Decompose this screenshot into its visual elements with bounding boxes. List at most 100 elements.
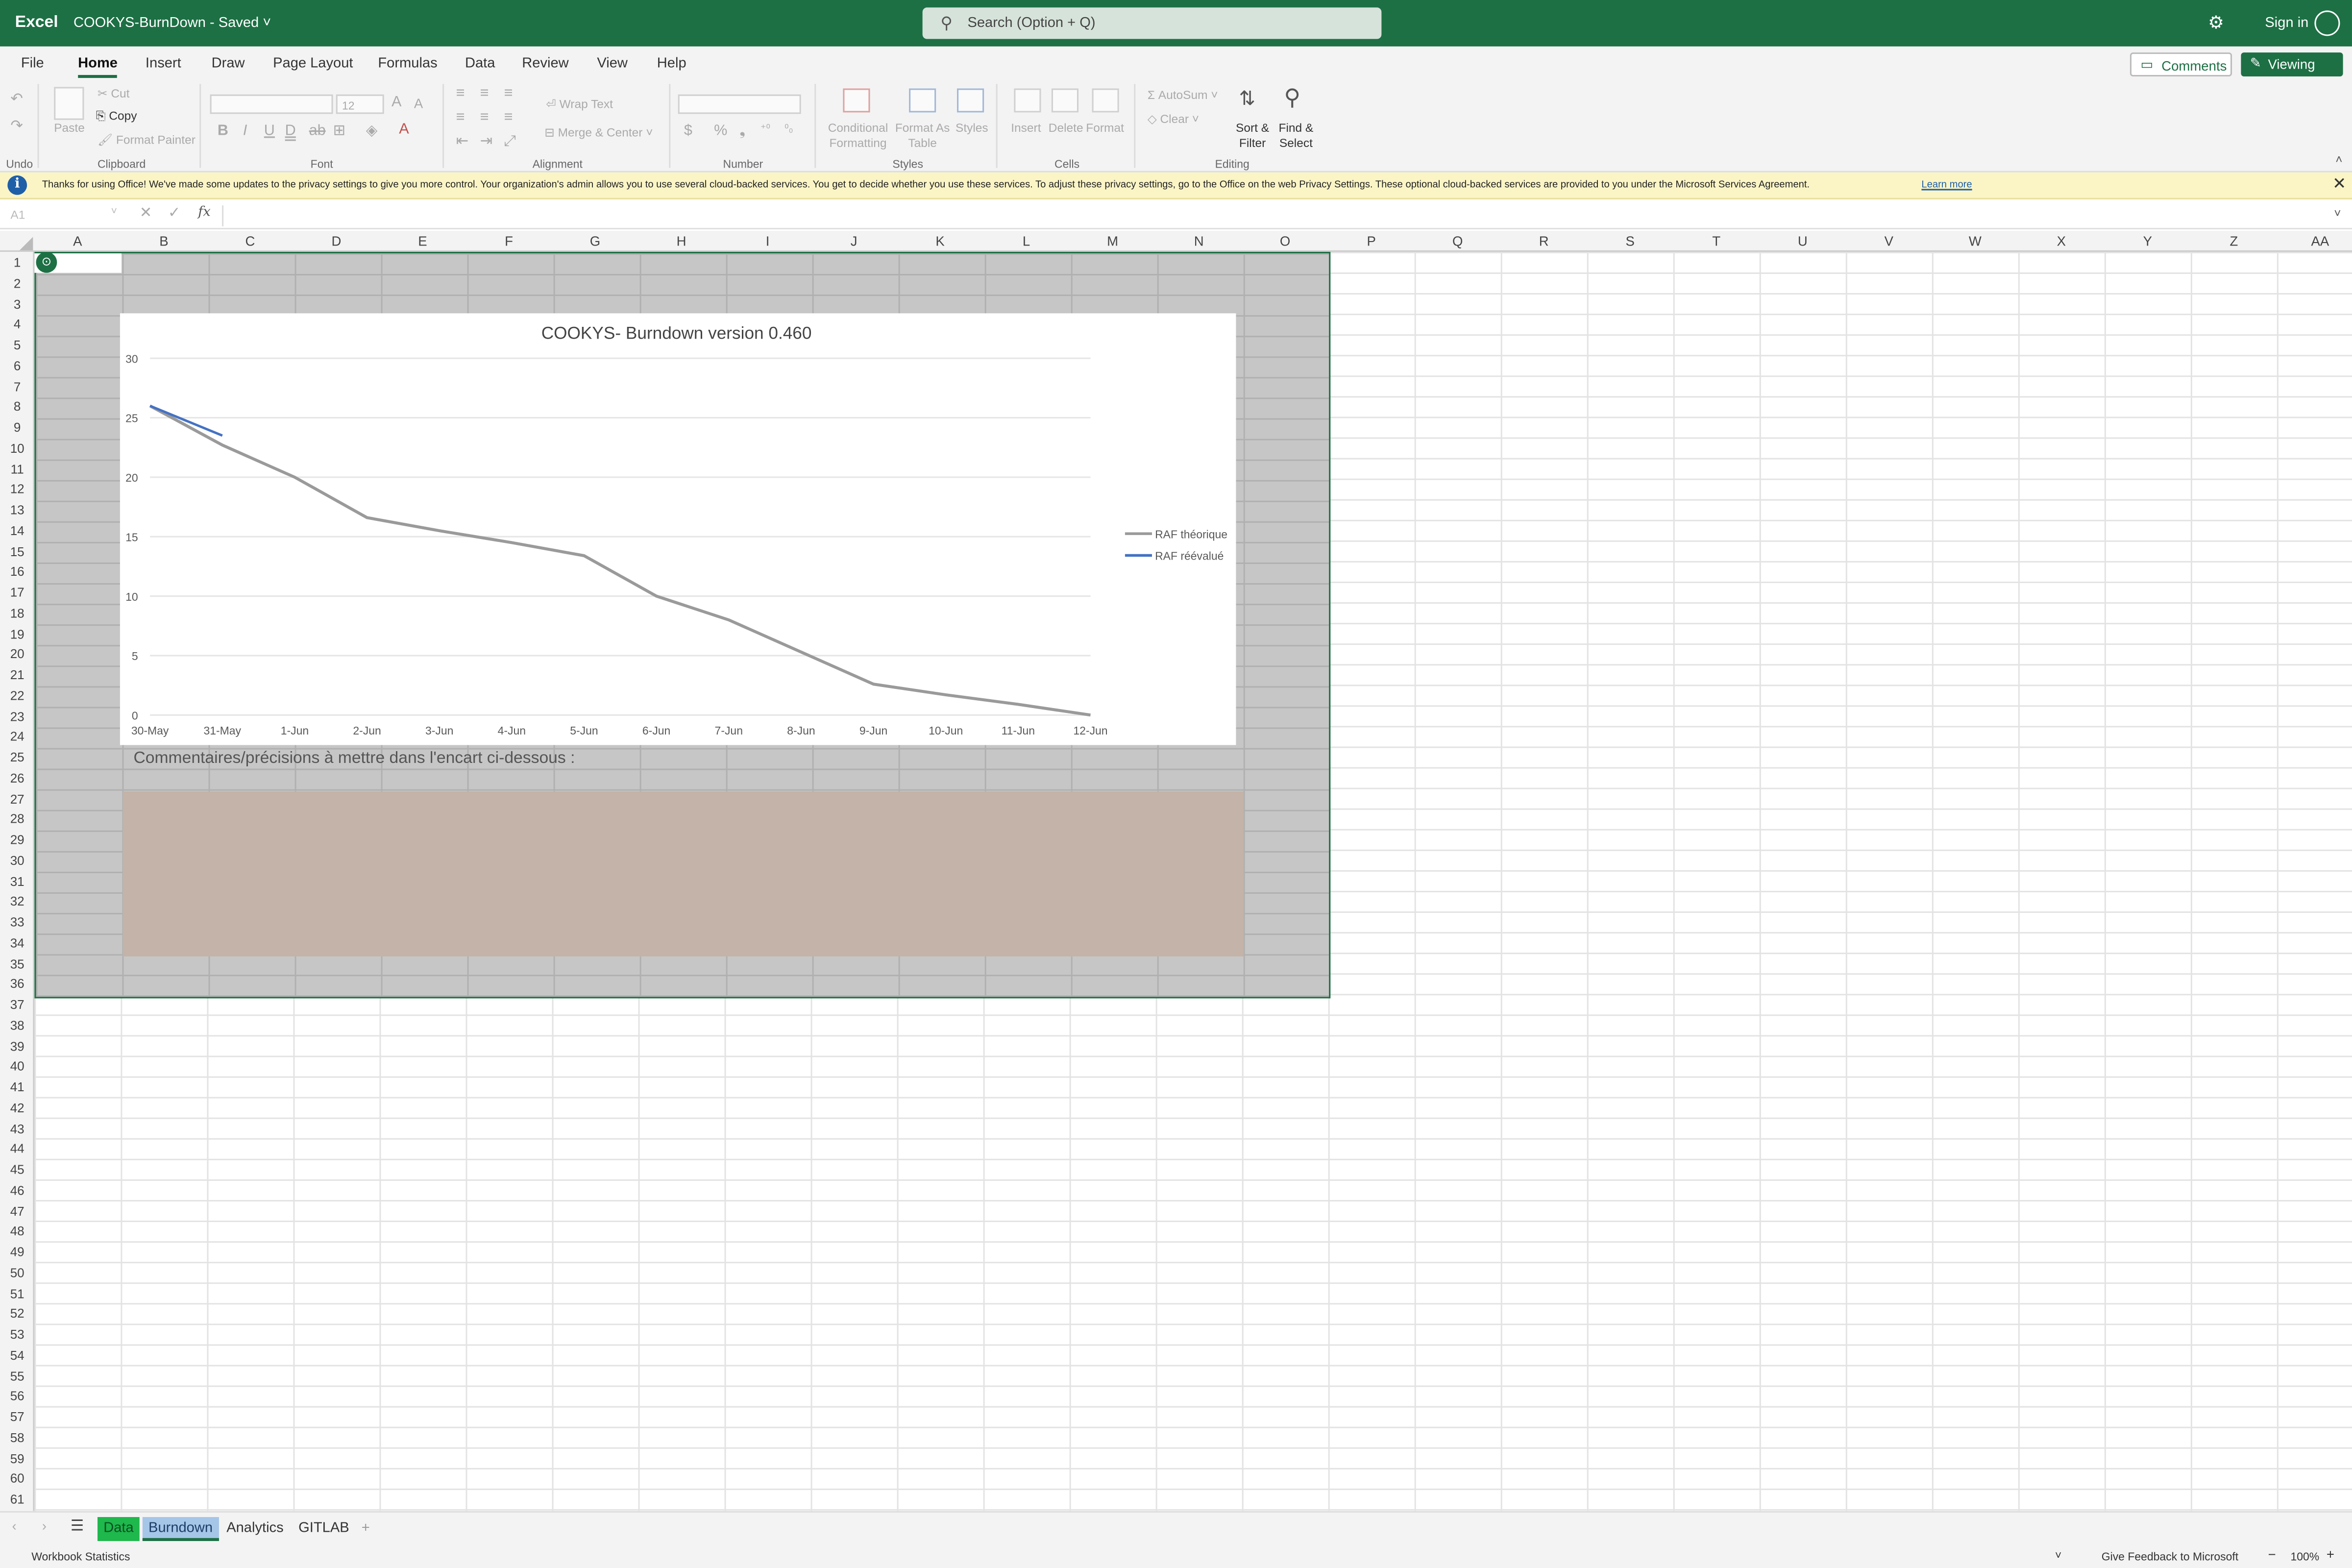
row-header[interactable]: 2 (0, 275, 34, 291)
row-header[interactable]: 35 (0, 956, 34, 971)
tab-view[interactable]: View (597, 55, 628, 72)
tab-home[interactable]: Home (78, 55, 118, 72)
decrease-indent-icon[interactable]: ⇤ (456, 133, 469, 150)
row-header[interactable]: 19 (0, 626, 34, 641)
cut-button[interactable]: ✂ Cut (98, 87, 129, 100)
column-header[interactable]: U (1760, 234, 1846, 249)
column-header[interactable]: V (1846, 234, 1932, 249)
row-header[interactable]: 46 (0, 1182, 34, 1198)
decrease-font-icon[interactable]: A (414, 96, 423, 111)
row-header[interactable]: 12 (0, 482, 34, 497)
format-painter-button[interactable]: 🖌 Format Painter (98, 133, 196, 147)
row-header[interactable]: 16 (0, 564, 34, 579)
feedback-link[interactable]: Give Feedback to Microsoft (2102, 1550, 2238, 1564)
column-header[interactable]: N (1156, 234, 1242, 249)
row-header[interactable]: 15 (0, 543, 34, 559)
zoom-level[interactable]: 100% (2290, 1550, 2319, 1564)
row-header[interactable]: 4 (0, 317, 34, 332)
bold-icon[interactable]: B (218, 123, 228, 140)
row-header[interactable]: 20 (0, 646, 34, 662)
column-header[interactable]: D (293, 234, 379, 249)
column-header[interactable]: L (983, 234, 1070, 249)
name-box[interactable]: A1 (6, 205, 123, 226)
row-header[interactable]: 7 (0, 378, 34, 393)
row-header[interactable]: 42 (0, 1100, 34, 1115)
align-left-icon[interactable]: ≡ (456, 109, 465, 126)
row-header[interactable]: 14 (0, 523, 34, 538)
tab-formulas[interactable]: Formulas (378, 55, 437, 72)
close-icon[interactable]: ✕ (2332, 174, 2346, 194)
increase-indent-icon[interactable]: ⇥ (480, 133, 493, 150)
align-center-icon[interactable]: ≡ (480, 109, 489, 126)
document-title[interactable]: COOKYS-BurnDown - Saved ˅ (74, 15, 271, 32)
chevron-down-icon[interactable]: ˅ (2055, 1548, 2061, 1562)
select-all-corner[interactable] (19, 237, 33, 250)
row-header[interactable]: 25 (0, 750, 34, 765)
row-header[interactable]: 53 (0, 1326, 34, 1342)
sheet-tab-analytics[interactable]: Analytics (220, 1517, 290, 1541)
collapse-ribbon-icon[interactable]: ˄ (2335, 153, 2342, 167)
row-header[interactable]: 27 (0, 791, 34, 806)
row-header[interactable]: 41 (0, 1079, 34, 1095)
row-header[interactable]: 10 (0, 441, 34, 456)
row-header[interactable]: 13 (0, 502, 34, 517)
row-header[interactable]: 51 (0, 1285, 34, 1300)
number-format-select[interactable] (678, 94, 801, 114)
sheet-tab-burndown[interactable]: Burndown (142, 1517, 219, 1541)
row-header[interactable]: 36 (0, 976, 34, 991)
tab-help[interactable]: Help (657, 55, 686, 72)
row-header[interactable]: 26 (0, 770, 34, 785)
conditional-formatting-label[interactable]: Conditional Formatting (825, 122, 891, 151)
format-as-table-icon[interactable] (909, 88, 936, 113)
merge-center-button[interactable]: ⊟ Merge & Center ˅ (544, 126, 653, 140)
row-header[interactable]: 49 (0, 1244, 34, 1259)
percent-icon[interactable]: % (714, 123, 727, 140)
row-header[interactable]: 43 (0, 1121, 34, 1136)
delete-cells-icon[interactable] (1051, 88, 1079, 113)
clear-button[interactable]: ◇ Clear ˅ (1148, 112, 1199, 126)
undo-icon[interactable]: ↶ (10, 92, 23, 108)
row-header[interactable]: 9 (0, 420, 34, 435)
comma-style-icon[interactable]: ❟ (739, 123, 745, 140)
sign-in-link[interactable]: Sign in (2265, 15, 2308, 32)
column-header[interactable]: W (1932, 234, 2018, 249)
comments-button[interactable]: ▭ Comments (2130, 52, 2232, 77)
row-header[interactable]: 56 (0, 1389, 34, 1404)
double-underline-icon[interactable]: D (285, 123, 296, 140)
align-top-icon[interactable]: ≡ (456, 85, 465, 102)
delete-cells-label[interactable]: Delete (1049, 122, 1083, 135)
align-right-icon[interactable]: ≡ (504, 109, 513, 126)
sheet-tab-gitlab[interactable]: GITLAB (293, 1517, 355, 1541)
row-header[interactable]: 6 (0, 358, 34, 373)
italic-icon[interactable]: I (243, 123, 247, 140)
strikethrough-icon[interactable]: ab (309, 123, 326, 140)
column-header[interactable]: AA (2277, 234, 2352, 249)
format-as-table-label[interactable]: Format As Table (894, 122, 951, 151)
font-size-select[interactable]: 12 (336, 94, 384, 114)
row-header[interactable]: 55 (0, 1368, 34, 1383)
row-header[interactable]: 54 (0, 1348, 34, 1363)
row-header[interactable]: 5 (0, 337, 34, 352)
sheet-tab-data[interactable]: Data (97, 1517, 140, 1541)
row-header[interactable]: 32 (0, 894, 34, 909)
row-header[interactable]: 11 (0, 461, 34, 476)
row-header[interactable]: 30 (0, 853, 34, 868)
row-header[interactable]: 3 (0, 296, 34, 311)
borders-icon[interactable]: ⊞ (333, 123, 346, 140)
row-header[interactable]: 44 (0, 1141, 34, 1156)
workbook-statistics[interactable]: Workbook Statistics (31, 1550, 130, 1564)
viewing-button[interactable]: ✎ Viewing (2241, 52, 2343, 77)
align-bottom-icon[interactable]: ≡ (504, 85, 513, 102)
conditional-formatting-icon[interactable] (843, 88, 870, 113)
find-select-label[interactable]: Find & Select (1275, 122, 1317, 151)
row-header[interactable]: 50 (0, 1265, 34, 1280)
find-select-icon[interactable]: ⚲ (1284, 84, 1300, 111)
zoom-in-icon[interactable]: + (2327, 1547, 2334, 1562)
column-header[interactable]: H (638, 234, 725, 249)
row-header[interactable]: 58 (0, 1430, 34, 1445)
decrease-decimal-icon[interactable]: ⁰₀ (784, 123, 793, 135)
comment-box[interactable] (123, 791, 1244, 956)
row-header[interactable]: 47 (0, 1203, 34, 1218)
gear-icon[interactable]: ⚙ (2208, 12, 2224, 33)
cell-styles-label[interactable]: Styles (956, 122, 988, 135)
